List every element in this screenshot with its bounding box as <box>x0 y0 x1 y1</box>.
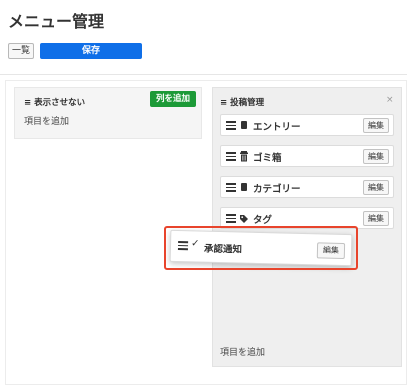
menu-item-label: タグ <box>253 215 273 226</box>
menu-item-entry[interactable]: エントリー 編集 <box>220 114 394 136</box>
edit-button[interactable]: 編集 <box>363 180 389 195</box>
drag-handle-icon[interactable] <box>226 182 236 192</box>
drag-handle-icon[interactable] <box>226 120 236 130</box>
tag-icon <box>239 212 249 225</box>
menu-item-label: ゴミ箱 <box>253 153 282 164</box>
column-hidden-add-item-link[interactable]: 項目を追加 <box>24 114 69 127</box>
header-divider <box>0 74 407 75</box>
edit-button[interactable]: 編集 <box>363 118 389 133</box>
menu-item-label: エントリー <box>253 122 301 133</box>
menu-item-label: カテゴリー <box>253 184 301 195</box>
edit-button[interactable]: 編集 <box>363 211 389 226</box>
highlight-box <box>164 226 358 270</box>
menu-item-trash[interactable]: ゴミ箱 編集 <box>220 145 394 167</box>
drag-handle-icon[interactable] <box>226 213 236 223</box>
page-title: メニュー管理 <box>8 12 105 31</box>
document-icon <box>239 181 249 194</box>
trash-icon <box>239 150 249 163</box>
drag-handle-icon[interactable] <box>226 151 236 161</box>
document-icon <box>239 119 249 132</box>
add-column-button[interactable]: 列を追加 <box>150 91 196 107</box>
menu-item-category[interactable]: カテゴリー 編集 <box>220 176 394 198</box>
column-post-management-title[interactable]: ≡ 投稿管理 <box>220 96 264 108</box>
close-icon[interactable]: × <box>386 95 394 105</box>
edit-button[interactable]: 編集 <box>363 149 389 164</box>
list-button[interactable]: 一覧 <box>8 43 34 59</box>
column-hidden-title[interactable]: ≡ 表示させない <box>24 96 85 108</box>
column-post-management-add-item-link[interactable]: 項目を追加 <box>220 345 265 358</box>
save-button[interactable]: 保存 <box>40 43 142 59</box>
